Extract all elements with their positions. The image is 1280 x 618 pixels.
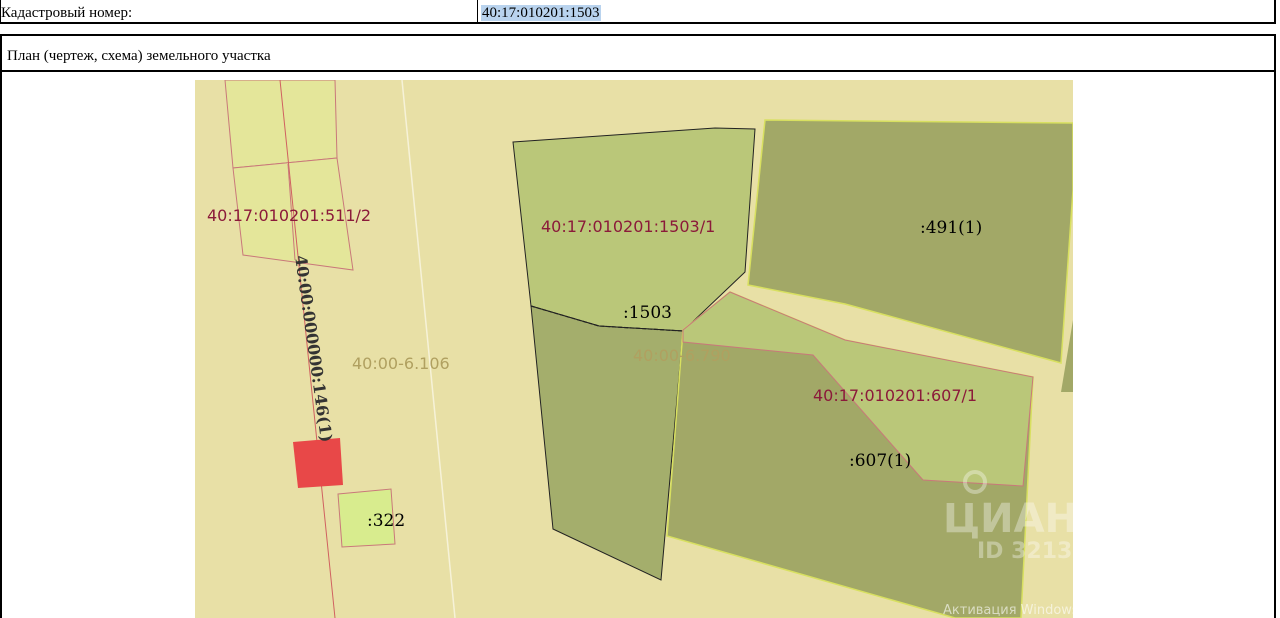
cadastral-number-label: Кадастровый номер:: [1, 5, 133, 21]
red-marker[interactable]: [293, 438, 343, 488]
label-zone-790: 40:00-6.790: [633, 346, 731, 365]
windows-activation-text: Активация Windows: [943, 603, 1073, 618]
cadastral-number-value[interactable]: 40:17:010201:1503: [481, 5, 601, 21]
label-zone-106: 40:00-6.106: [352, 354, 450, 373]
label-1503: :1503: [623, 303, 672, 323]
label-607: :607(1): [849, 451, 911, 471]
label-parcel-1503-1: 40:17:010201:1503/1: [541, 217, 715, 236]
label-parcel-607-1: 40:17:010201:607/1: [813, 386, 977, 405]
label-322: :322: [367, 511, 405, 531]
watermark-id: ID 3213: [977, 539, 1072, 564]
plan-header-row: План (чертеж, схема) земельного участка: [0, 34, 1276, 72]
label-491: :491(1): [920, 218, 982, 238]
watermark-logo: ЦИАН: [943, 496, 1073, 542]
cadastral-map[interactable]: ЦИАН ID 3213 Активация Windows 40:17:010…: [195, 80, 1073, 618]
cell-divider: [477, 0, 478, 22]
cadastral-number-row: Кадастровый номер: 40:17:010201:1503: [0, 0, 1276, 24]
map-svg: ЦИАН ID 3213 Активация Windows 40:17:010…: [195, 80, 1073, 618]
plan-label: План (чертеж, схема) земельного участка: [7, 48, 271, 64]
label-parcel-511-2: 40:17:010201:511/2: [207, 206, 371, 225]
